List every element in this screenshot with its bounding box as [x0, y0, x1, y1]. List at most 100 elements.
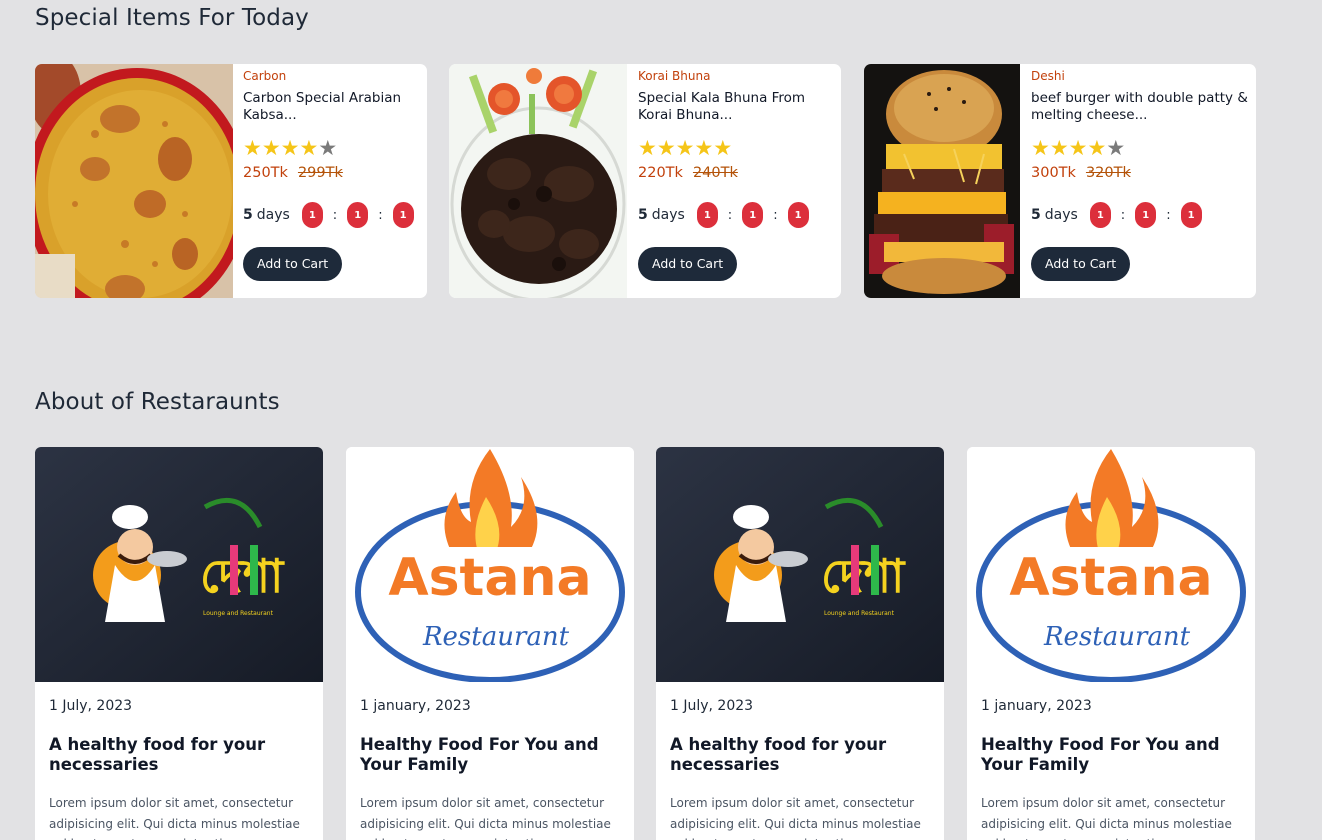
star-empty-icon: ★ [318, 136, 338, 160]
restaurant-card-body: 1 July, 2023 A healthy food for your nec… [35, 682, 323, 840]
days-number: 5 [1031, 207, 1041, 223]
card-heading[interactable]: A healthy food for your necessaries [49, 735, 309, 775]
svg-text:দেশা: দেশা [200, 549, 285, 603]
star-filled-icon: ★ [638, 136, 657, 160]
post-date: 1 january, 2023 [360, 698, 471, 714]
special-item-info: Carbon Carbon Special Arabian Kabsa... ★… [243, 64, 427, 298]
special-item-card: Korai Bhuna Special Kala Bhuna From Kora… [449, 64, 841, 298]
timer-separator: : [378, 207, 383, 223]
star-filled-icon: ★ [261, 136, 281, 160]
astana-logo: Astana Restaurant [346, 447, 634, 682]
desha-logo: দেশা Lounge and Restaurant [35, 447, 323, 682]
rating-stars: ★★★★★ [243, 137, 427, 159]
days-label: days [1044, 207, 1078, 223]
svg-text:Restaurant: Restaurant [422, 622, 570, 652]
star-filled-icon: ★ [280, 136, 300, 160]
desha-logo: দেশা Lounge and Restaurant [656, 447, 944, 682]
add-to-cart-button[interactable]: Add to Cart [1031, 247, 1131, 281]
minutes-badge: 1 [742, 202, 764, 228]
card-description: Lorem ipsum dolor sit amet, consectetur … [981, 796, 1232, 840]
rating-stars: ★★★★★ [1031, 137, 1256, 159]
item-name[interactable]: Carbon Special Arabian Kabsa... [243, 90, 427, 124]
svg-text:Astana: Astana [388, 548, 591, 608]
star-empty-icon: ★ [1106, 136, 1126, 160]
item-category[interactable]: Korai Bhuna [638, 69, 841, 86]
item-name[interactable]: Special Kala Bhuna From Korai Bhuna... [638, 90, 841, 124]
price-row: 220Tk 240Tk [638, 165, 841, 185]
timer-separator: : [1120, 207, 1126, 223]
post-date: 1 July, 2023 [49, 698, 133, 714]
days-number: 5 [243, 207, 253, 223]
current-price: 250Tk [243, 165, 288, 181]
special-item-info: Deshi beef burger with double patty & me… [1031, 64, 1256, 298]
card-heading[interactable]: Healthy Food For You and Your Family [981, 735, 1241, 775]
item-category[interactable]: Deshi [1031, 69, 1256, 86]
special-items-title: Special Items For Today [35, 5, 309, 31]
star-filled-icon: ★ [1068, 136, 1088, 160]
seconds-badge: 1 [1180, 202, 1202, 228]
hours-badge: 1 [696, 202, 718, 228]
countdown-timer: 5 days 1: 1: 1 [1031, 202, 1256, 228]
star-filled-icon: ★ [299, 136, 319, 160]
astana-logo: Astana Restaurant [967, 447, 1255, 682]
restaurant-card-body: 1 january, 2023 Healthy Food For You and… [967, 682, 1255, 840]
star-filled-icon: ★ [713, 136, 733, 160]
special-item-card: Carbon Carbon Special Arabian Kabsa... ★… [35, 64, 427, 298]
days-number: 5 [638, 207, 648, 223]
star-filled-icon: ★ [1049, 136, 1069, 160]
card-heading[interactable]: A healthy food for your necessaries [670, 735, 930, 775]
hours-badge: 1 [301, 202, 323, 228]
restaurant-card[interactable]: দেশা Lounge and Restaurant 1 July, 2023 … [656, 447, 944, 840]
star-filled-icon: ★ [675, 136, 695, 160]
post-date: 1 July, 2023 [670, 698, 754, 714]
seconds-badge: 1 [787, 202, 809, 228]
star-filled-icon: ★ [1087, 136, 1107, 160]
minutes-badge: 1 [347, 202, 369, 228]
restaurant-card[interactable]: Astana Restaurant 1 january, 2023 Health… [967, 447, 1255, 840]
burger-food-image[interactable] [864, 64, 1020, 298]
minutes-badge: 1 [1135, 202, 1157, 228]
hours-badge: 1 [1089, 202, 1111, 228]
special-item-info: Korai Bhuna Special Kala Bhuna From Kora… [638, 64, 841, 298]
timer-separator: : [727, 207, 733, 223]
kala-bhuna-food-image[interactable] [449, 64, 627, 298]
star-filled-icon: ★ [243, 136, 262, 160]
post-date: 1 january, 2023 [981, 698, 1092, 714]
card-description: Lorem ipsum dolor sit amet, consectetur … [49, 796, 300, 840]
countdown-timer: 5 days 1: 1: 1 [243, 202, 427, 228]
add-to-cart-button[interactable]: Add to Cart [638, 247, 738, 281]
old-price: 320Tk [1085, 165, 1131, 181]
card-description: Lorem ipsum dolor sit amet, consectetur … [360, 796, 611, 840]
restaurant-card-body: 1 january, 2023 Healthy Food For You and… [346, 682, 634, 840]
old-price: 299Tk [297, 165, 343, 181]
restaurant-card[interactable]: দেশা Lounge and Restaurant 1 July, 2023 … [35, 447, 323, 840]
days-label: days [256, 207, 290, 223]
about-restaurants-title: About of Restaraunts [35, 389, 280, 415]
kabsa-food-image[interactable] [35, 64, 233, 298]
star-filled-icon: ★ [1031, 136, 1050, 160]
item-category[interactable]: Carbon [243, 69, 427, 86]
days-label: days [651, 207, 685, 223]
add-to-cart-button[interactable]: Add to Cart [243, 247, 343, 281]
timer-separator: : [332, 207, 338, 223]
svg-text:Restaurant: Restaurant [1043, 622, 1191, 652]
star-filled-icon: ★ [694, 136, 714, 160]
svg-text:Astana: Astana [1009, 548, 1212, 608]
special-items-row: Carbon Carbon Special Arabian Kabsa... ★… [35, 64, 1256, 298]
current-price: 220Tk [638, 165, 683, 181]
svg-text:Lounge and Restaurant: Lounge and Restaurant [824, 610, 895, 617]
item-name[interactable]: beef burger with double patty & melting … [1031, 90, 1256, 124]
restaurant-card[interactable]: Astana Restaurant 1 january, 2023 Health… [346, 447, 634, 840]
restaurant-card-body: 1 July, 2023 A healthy food for your nec… [656, 682, 944, 840]
timer-separator: : [1166, 207, 1171, 223]
star-filled-icon: ★ [656, 136, 676, 160]
price-row: 250Tk 299Tk [243, 165, 427, 185]
rating-stars: ★★★★★ [638, 137, 841, 159]
old-price: 240Tk [692, 165, 738, 181]
price-row: 300Tk 320Tk [1031, 165, 1256, 185]
seconds-badge: 1 [392, 202, 414, 228]
svg-text:দেশা: দেশা [821, 549, 906, 603]
timer-separator: : [773, 207, 778, 223]
card-description: Lorem ipsum dolor sit amet, consectetur … [670, 796, 921, 840]
card-heading[interactable]: Healthy Food For You and Your Family [360, 735, 620, 775]
